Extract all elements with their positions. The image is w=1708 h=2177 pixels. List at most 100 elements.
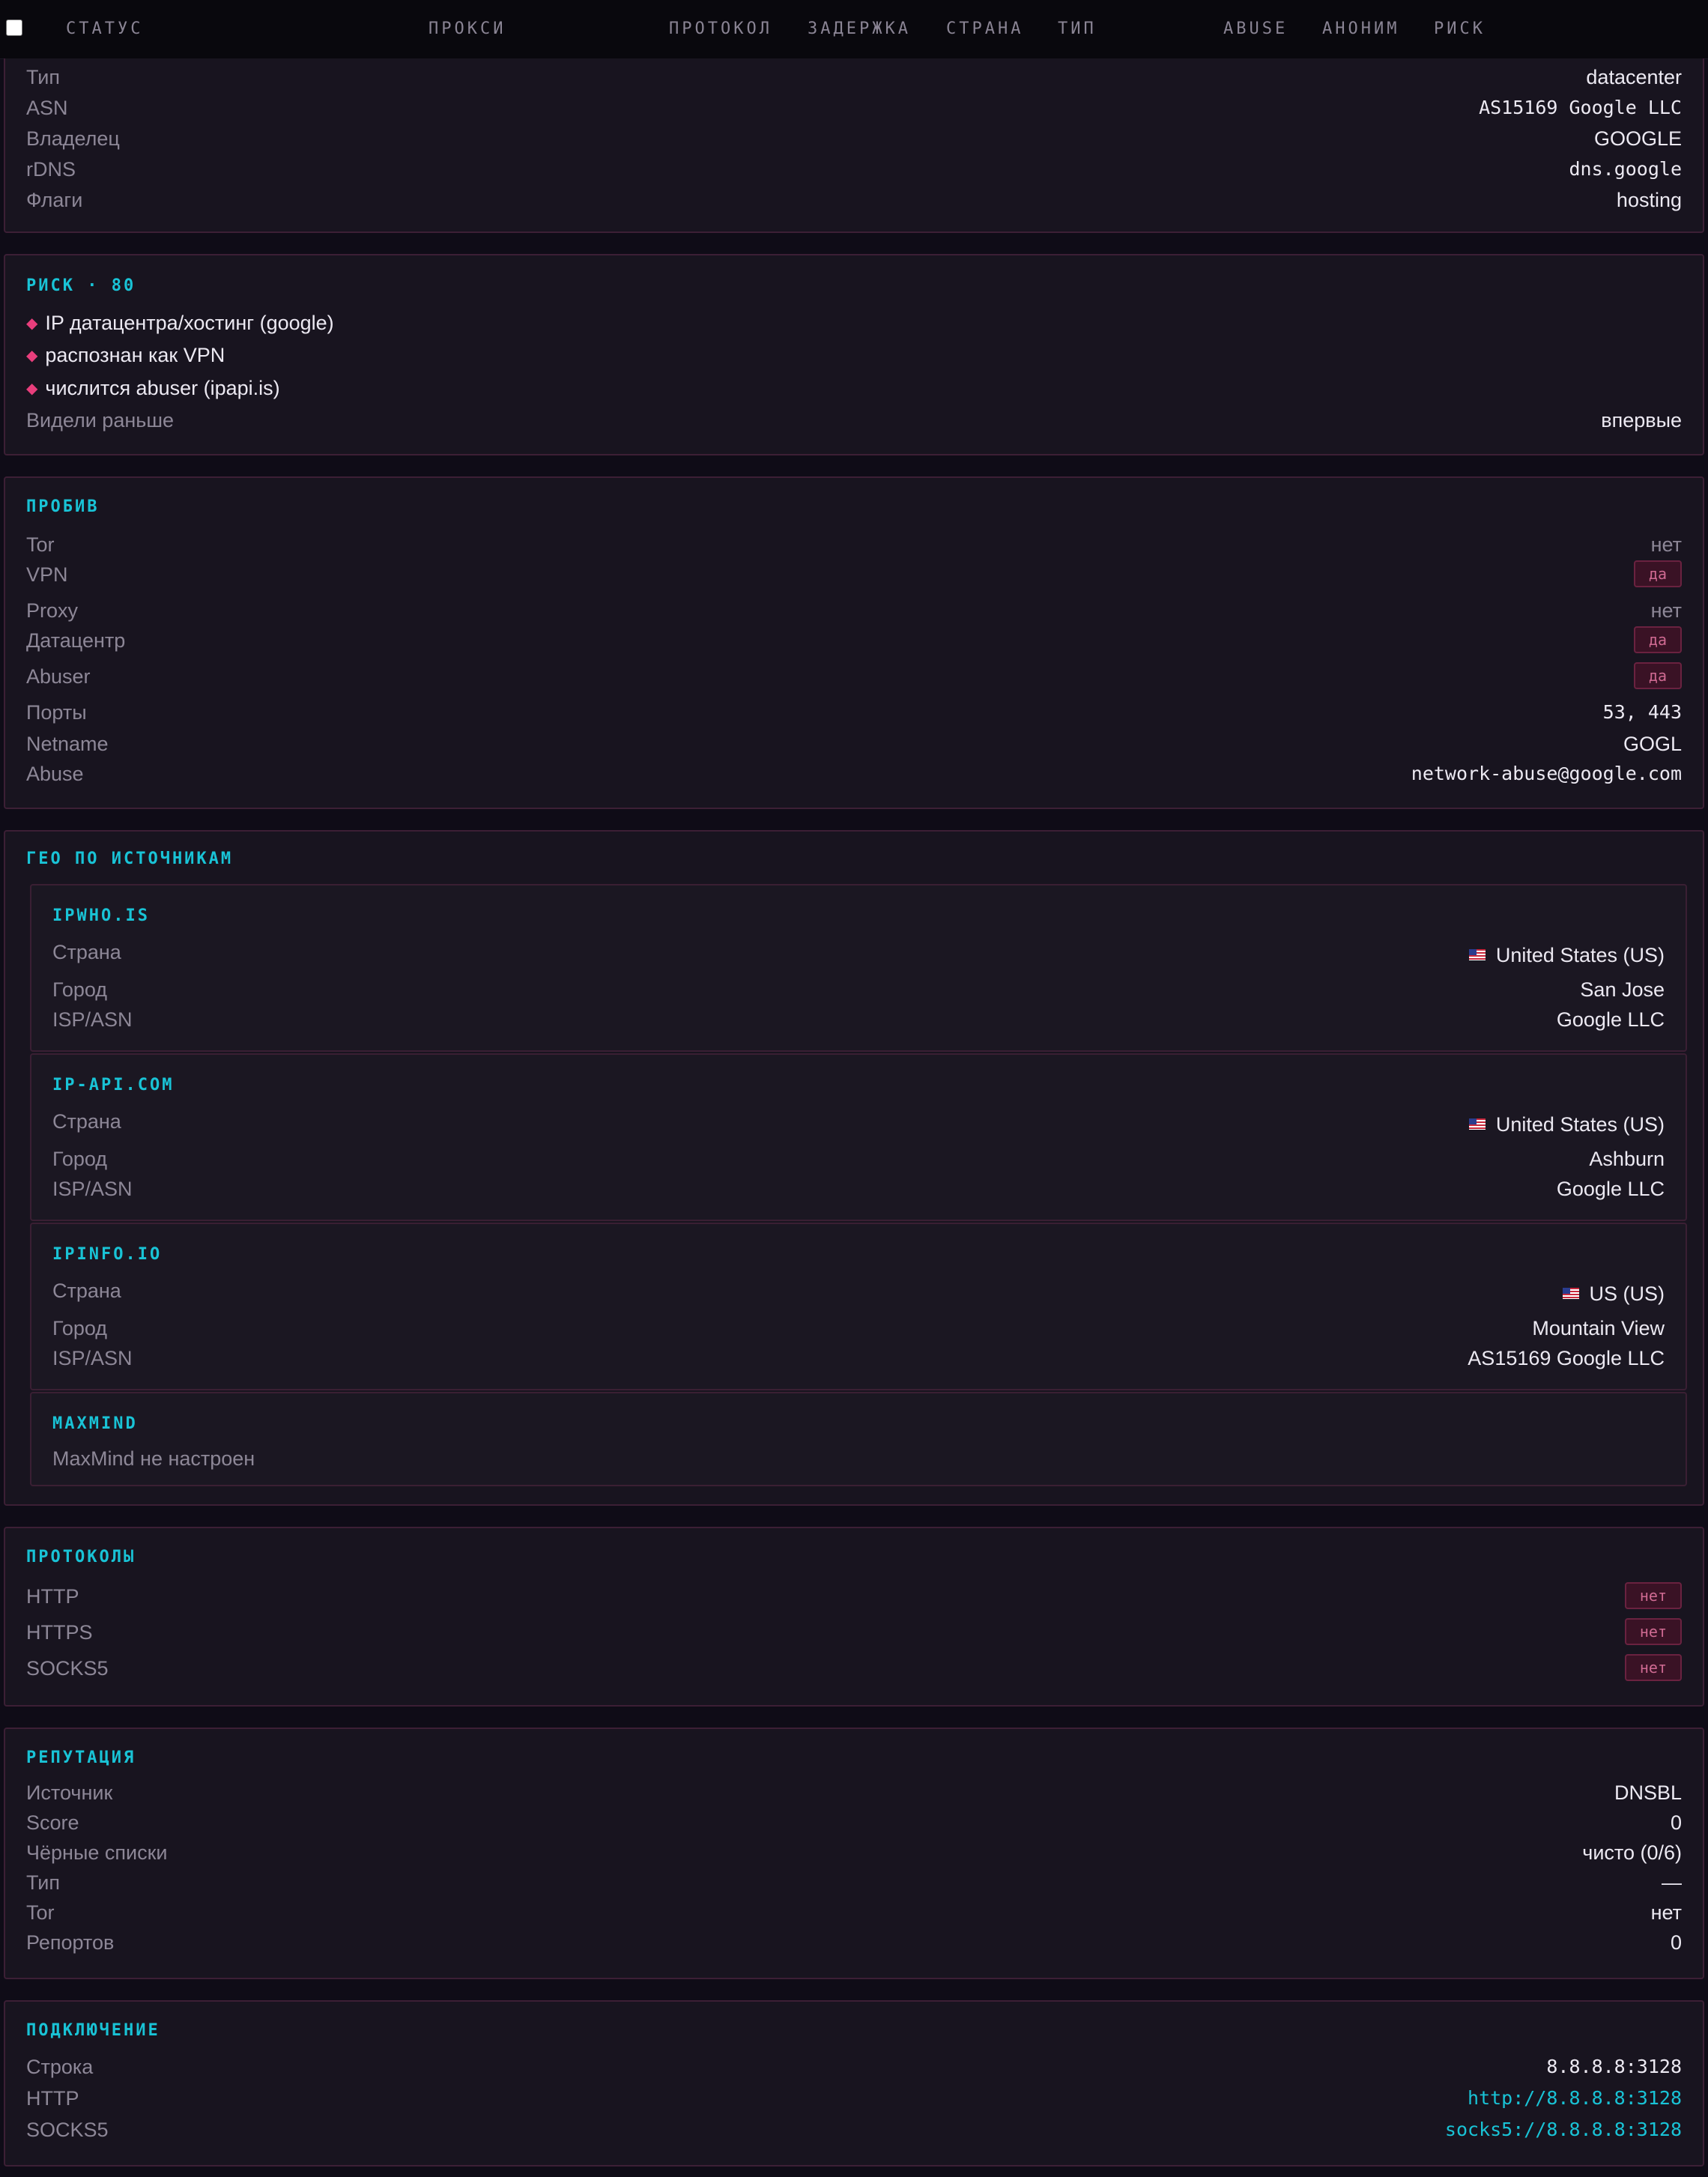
status-badge: да bbox=[1633, 662, 1682, 689]
info-row: Abuser да bbox=[26, 662, 1682, 695]
row-label: Репортов bbox=[26, 1931, 115, 1954]
row-label: Город bbox=[52, 1317, 108, 1339]
row-label: Город bbox=[52, 1148, 108, 1170]
row-value: — bbox=[1662, 1871, 1682, 1894]
column-proxy[interactable]: ПРОКСИ bbox=[428, 19, 506, 38]
table-header: СТАТУС ПРОКСИ ПРОТОКОЛ ЗАДЕРЖКА СТРАНА Т… bbox=[0, 0, 1708, 59]
row-label: Порты bbox=[26, 701, 87, 724]
info-row: Видели раньше впервые bbox=[26, 409, 1682, 439]
info-row: VPN да bbox=[26, 560, 1682, 593]
row-label: Tor bbox=[26, 533, 55, 556]
info-row: ISP/ASN AS15169 Google LLC bbox=[52, 1347, 1665, 1377]
us-flag-icon bbox=[1468, 949, 1486, 961]
row-label: Страна bbox=[52, 941, 121, 963]
diamond-icon: ◆ bbox=[26, 315, 38, 332]
row-value: 0 bbox=[1670, 1811, 1682, 1834]
row-label: ISP/ASN bbox=[52, 1008, 133, 1031]
source-name: IPINFO.IO bbox=[52, 1245, 163, 1264]
info-row: Abuse network-abuse@google.com bbox=[26, 763, 1682, 793]
info-row: Страна United States (US) bbox=[52, 1110, 1665, 1140]
row-value: United States (US) bbox=[1468, 944, 1665, 967]
info-row: HTTP нет bbox=[26, 1582, 1682, 1615]
row-label: SOCKS5 bbox=[26, 1657, 109, 1680]
risk-panel: РИСК · 80 ◆ IP датацентра/хостинг (google… bbox=[4, 254, 1704, 455]
column-protocol[interactable]: ПРОТОКОЛ bbox=[669, 19, 772, 38]
row-label: ASN bbox=[26, 97, 68, 119]
info-row: Tor нет bbox=[26, 1901, 1682, 1931]
reputation-title: РЕПУТАЦИЯ bbox=[26, 1748, 136, 1767]
column-anonymity[interactable]: АНОНИМ bbox=[1322, 19, 1399, 38]
row-label: Тип bbox=[26, 1871, 61, 1894]
row-label: HTTP bbox=[26, 2087, 79, 2110]
row-value: нет bbox=[1650, 1901, 1682, 1924]
row-label: VPN bbox=[26, 563, 68, 586]
row-label: Тип bbox=[26, 66, 61, 88]
info-row: Netname GOGL bbox=[26, 733, 1682, 763]
row-value: нет bbox=[1650, 599, 1682, 622]
row-value: AS15169 Google LLC bbox=[1468, 1347, 1665, 1369]
diamond-icon: ◆ bbox=[26, 381, 38, 397]
row-value: DNSBL bbox=[1614, 1781, 1682, 1804]
row-value: dns.google bbox=[1569, 158, 1682, 180]
risk-reason: ◆ распознан как VPN bbox=[26, 344, 225, 366]
info-row: Город Ashburn bbox=[52, 1148, 1665, 1178]
row-label: rDNS bbox=[26, 158, 76, 181]
info-row: Tor нет bbox=[26, 533, 1682, 563]
row-label: Netname bbox=[26, 733, 109, 755]
row-label: Страна bbox=[52, 1280, 121, 1302]
row-label: Источник bbox=[26, 1781, 113, 1804]
row-label: ISP/ASN bbox=[52, 1347, 133, 1369]
row-value: network-abuse@google.com bbox=[1411, 763, 1682, 784]
row-label: HTTPS bbox=[26, 1621, 93, 1644]
column-status[interactable]: СТАТУС bbox=[66, 19, 143, 38]
risk-title: РИСК · 80 bbox=[26, 276, 136, 295]
row-value: San Jose bbox=[1580, 978, 1665, 1001]
row-value: Google LLC bbox=[1556, 1008, 1665, 1031]
info-row: SOCKS5 нет bbox=[26, 1654, 1682, 1687]
column-risk[interactable]: РИСК bbox=[1434, 19, 1486, 38]
connection-panel: ПОДКЛЮЧЕНИЕ Строка 8.8.8.8:3128 HTTP htt… bbox=[4, 2000, 1704, 2167]
protocols-panel: ПРОТОКОЛЫ HTTP нет HTTPS нет SOCKS5 нет bbox=[4, 1527, 1704, 1707]
info-row: Страна United States (US) bbox=[52, 941, 1665, 971]
diamond-icon: ◆ bbox=[26, 348, 38, 364]
row-value: United States (US) bbox=[1468, 1113, 1665, 1136]
info-row: SOCKS5 socks5://8.8.8.8:3128 bbox=[26, 2119, 1682, 2149]
status-badge: да bbox=[1633, 626, 1682, 653]
row-label: Abuser bbox=[26, 665, 91, 688]
row-label: Владелец bbox=[26, 127, 120, 150]
row-label: Страна bbox=[52, 1110, 121, 1133]
info-row: Город Mountain View bbox=[52, 1317, 1665, 1347]
source-name: MAXMIND bbox=[52, 1414, 138, 1433]
info-row: Proxy нет bbox=[26, 599, 1682, 629]
status-badge: нет bbox=[1624, 1618, 1682, 1645]
row-value: чисто (0/6) bbox=[1582, 1841, 1682, 1864]
row-value: 0 bbox=[1670, 1931, 1682, 1954]
info-row: Владелец GOOGLE bbox=[26, 127, 1682, 157]
connection-string[interactable]: 8.8.8.8:3128 bbox=[1546, 2056, 1682, 2077]
geo-source-card: IP-API.COM Страна United States (US) Гор… bbox=[30, 1053, 1687, 1221]
info-row: ISP/ASN Google LLC bbox=[52, 1178, 1665, 1208]
geo-panel: ГЕО ПО ИСТОЧНИКАМ IPWHO.IS Страна United… bbox=[4, 830, 1704, 1506]
status-badge: нет bbox=[1624, 1582, 1682, 1609]
row-label: Чёрные списки bbox=[26, 1841, 168, 1864]
column-type[interactable]: ТИП bbox=[1058, 19, 1097, 38]
info-row: Строка 8.8.8.8:3128 bbox=[26, 2056, 1682, 2086]
row-label: SOCKS5 bbox=[26, 2119, 109, 2141]
row-value: datacenter bbox=[1586, 66, 1682, 88]
select-all-checkbox[interactable] bbox=[6, 19, 22, 36]
info-row: Страна US (US) bbox=[52, 1280, 1665, 1309]
us-flag-icon bbox=[1562, 1288, 1579, 1300]
row-value: Google LLC bbox=[1556, 1178, 1665, 1200]
row-label: Строка bbox=[26, 2056, 94, 2078]
column-latency[interactable]: ЗАДЕРЖКА bbox=[808, 19, 911, 38]
probe-title: ПРОБИВ bbox=[26, 497, 100, 516]
column-abuse[interactable]: ABUSE bbox=[1223, 19, 1288, 38]
row-label: Tor bbox=[26, 1901, 55, 1924]
socks5-proxy-link[interactable]: socks5://8.8.8.8:3128 bbox=[1445, 2119, 1682, 2140]
http-proxy-link[interactable]: http://8.8.8.8:3128 bbox=[1468, 2087, 1682, 2109]
info-row: Репортов 0 bbox=[26, 1931, 1682, 1961]
row-label: Датацентр bbox=[26, 629, 126, 652]
info-row: HTTP http://8.8.8.8:3128 bbox=[26, 2087, 1682, 2117]
column-country[interactable]: СТРАНА bbox=[946, 19, 1023, 38]
row-value: нет bbox=[1650, 533, 1682, 556]
